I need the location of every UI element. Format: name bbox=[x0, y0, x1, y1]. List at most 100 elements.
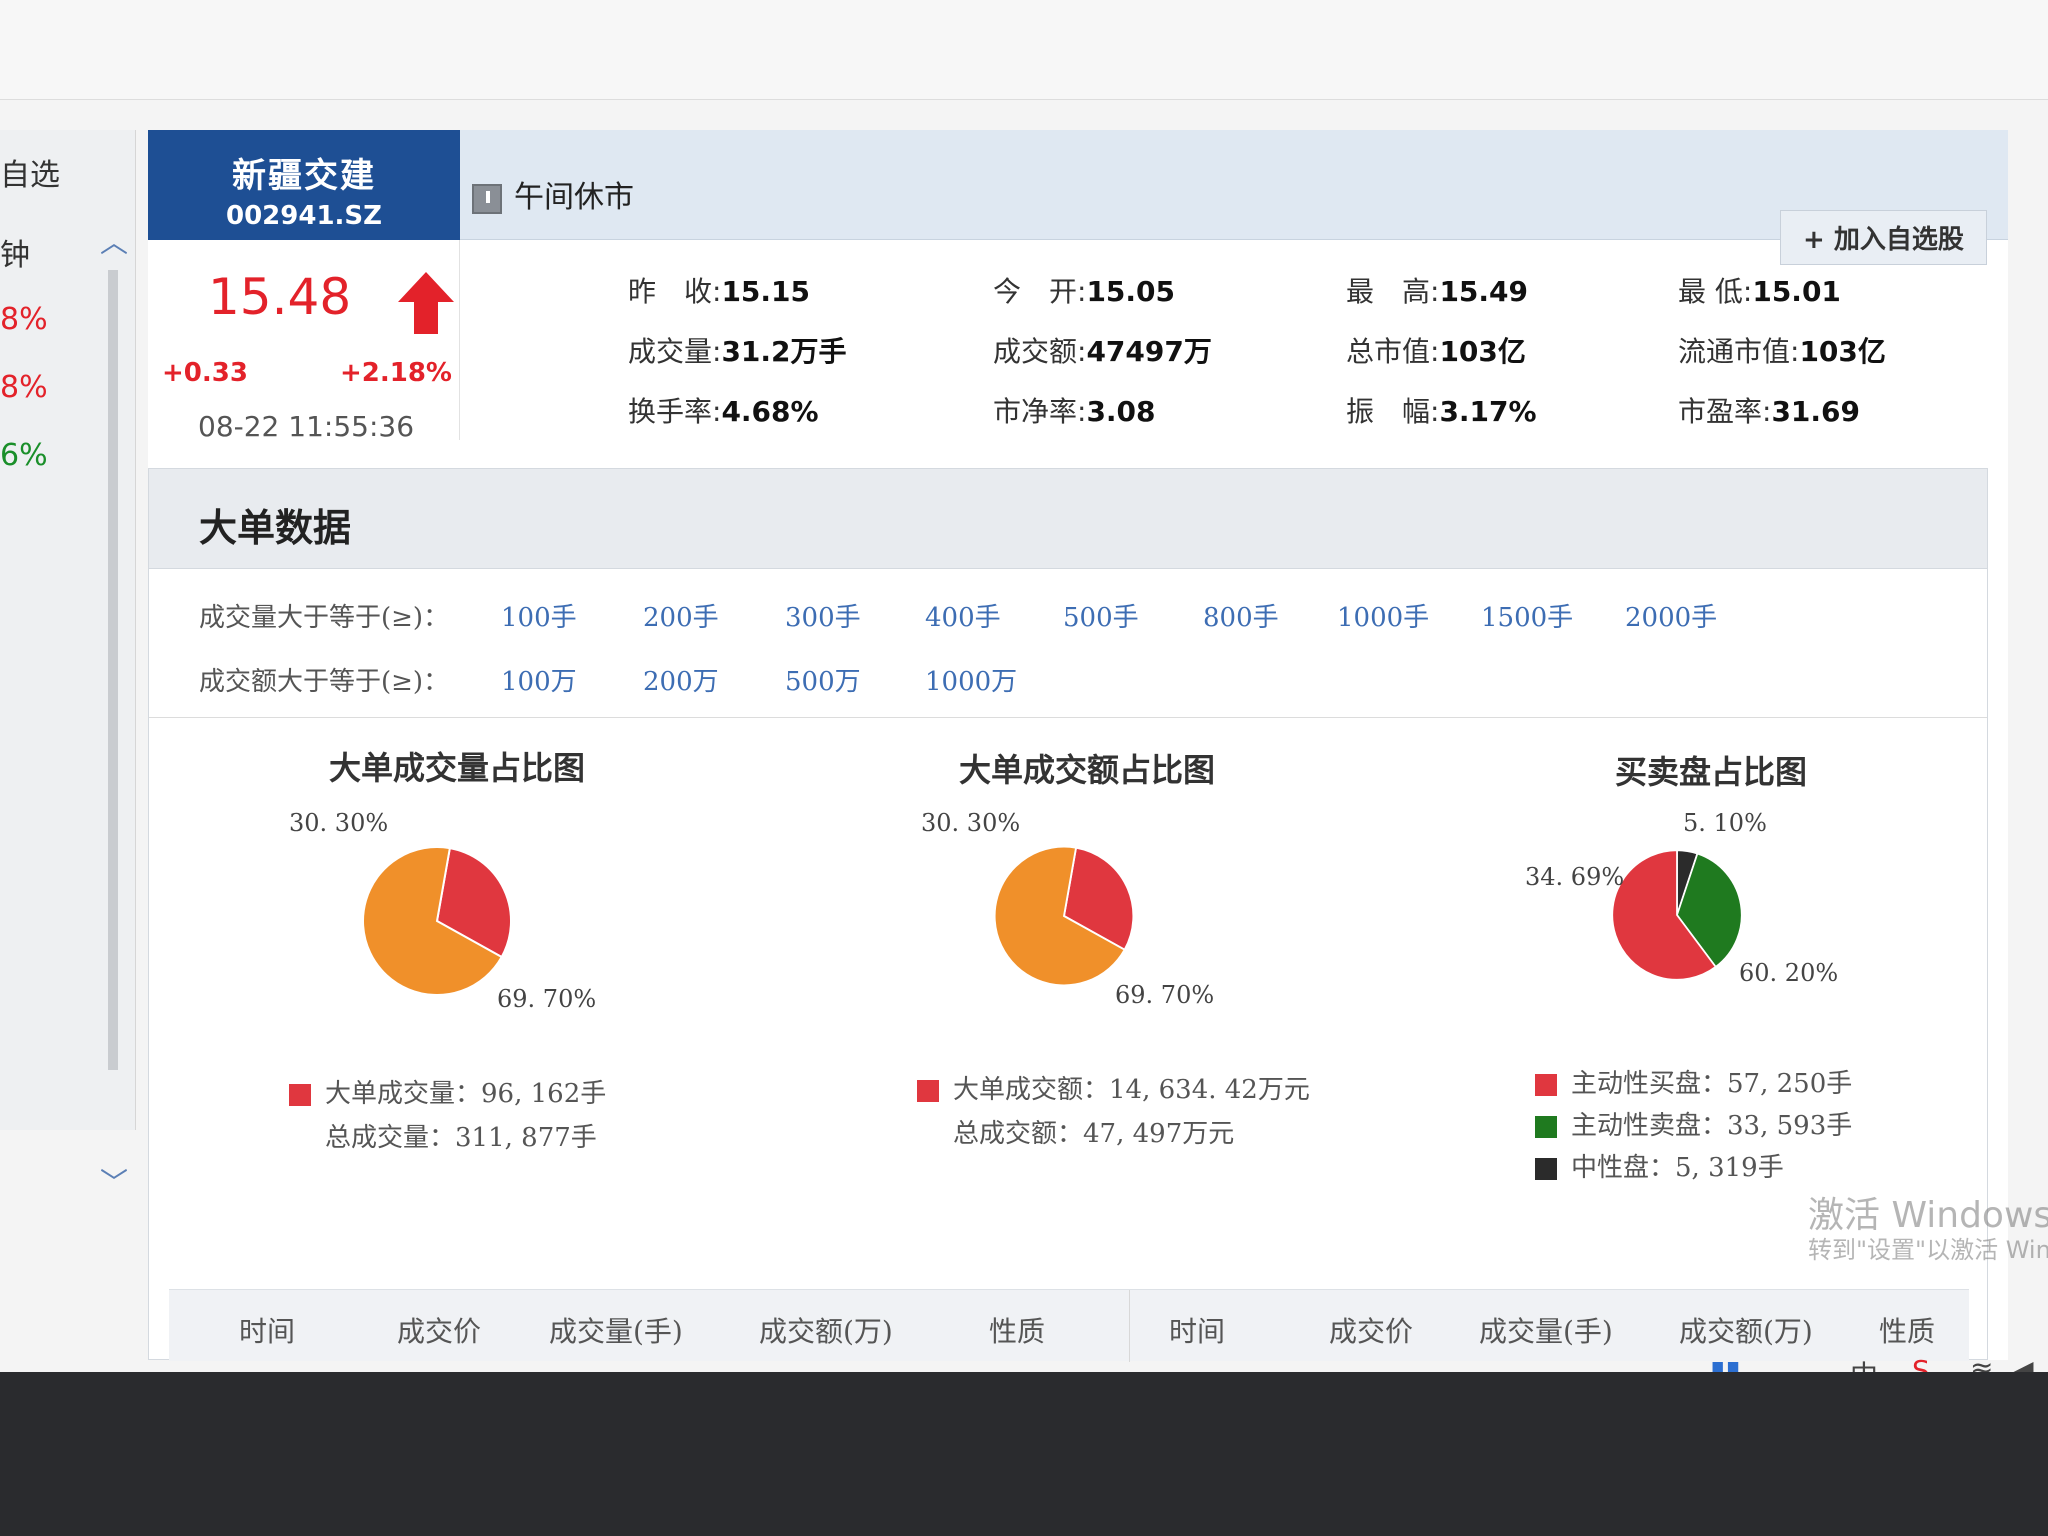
volume-filter-1000[interactable]: 1000手 bbox=[1337, 597, 1429, 634]
market-status: 午间休市 bbox=[472, 172, 634, 216]
ime-icon[interactable]: 中 bbox=[1850, 1354, 1878, 1372]
stat-open: 今 开:15.05 bbox=[993, 275, 1176, 308]
th-amount-right[interactable]: 成交额(万) bbox=[1679, 1310, 1813, 1350]
sidebar-item-pct-3[interactable]: 6% bbox=[0, 438, 48, 473]
buysell-pie-label-sell: 34. 69% bbox=[1525, 863, 1625, 891]
red-swatch bbox=[1535, 1074, 1557, 1096]
volume-pie-label-rest: 69. 70% bbox=[497, 985, 597, 1013]
stat-volume: 成交量:31.2万手 bbox=[628, 335, 847, 368]
clock-icon bbox=[472, 183, 502, 214]
sidebar-item-watchlist[interactable]: 自选 bbox=[0, 150, 60, 194]
volume-filter-200[interactable]: 200手 bbox=[643, 597, 719, 634]
volume-filter-100[interactable]: 100手 bbox=[501, 597, 577, 634]
monitor-bezel bbox=[0, 1372, 2048, 1536]
add-to-watchlist-button[interactable]: + 加入自选股 bbox=[1780, 210, 1987, 265]
th-time-right[interactable]: 时间 bbox=[1169, 1310, 1225, 1350]
stat-amplitude: 振 幅:3.17% bbox=[1346, 395, 1537, 428]
stat-pe: 市盈率:31.69 bbox=[1678, 395, 1861, 428]
price-box: 15.48 +0.33 +2.18% 08-22 11:55:36 bbox=[148, 240, 460, 443]
sidebar-item-pct-2[interactable]: 8% bbox=[0, 370, 48, 405]
buysell-chart-title: 买卖盘占比图 bbox=[1615, 753, 1808, 791]
arrow-up-icon bbox=[398, 272, 454, 334]
sidebar-item-pct-1[interactable]: 8% bbox=[0, 302, 48, 337]
amount-filter-100[interactable]: 100万 bbox=[501, 661, 577, 698]
sogou-icon[interactable]: S bbox=[1912, 1354, 1930, 1372]
sidebar-item-minute[interactable]: 钟 bbox=[0, 230, 30, 274]
big-orders-title: 大单数据 bbox=[199, 506, 352, 550]
stat-prev-close: 昨 收:15.15 bbox=[628, 275, 811, 308]
volume-icon[interactable]: ◀ bbox=[2012, 1354, 2034, 1372]
price-change: +0.33 bbox=[162, 358, 248, 388]
volume-filter-500[interactable]: 500手 bbox=[1063, 597, 1139, 634]
volume-legend-total: 总成交量：311, 877手 bbox=[325, 1123, 597, 1153]
chevron-down-icon[interactable]: ﹀ bbox=[100, 1169, 128, 1197]
stock-name: 新疆交建 bbox=[232, 156, 376, 196]
chevron-up-icon[interactable]: ︿ bbox=[100, 229, 128, 257]
section-divider bbox=[149, 717, 1987, 718]
buysell-legend-buy: 主动性买盘：57, 250手 bbox=[1535, 1063, 1852, 1100]
windows-activation-hint: 转到"设置"以激活 Windows。 bbox=[1808, 1236, 2048, 1264]
taskview-icon[interactable]: ▮▮ bbox=[1710, 1354, 1741, 1372]
buysell-legend-sell: 主动性卖盘：33, 593手 bbox=[1535, 1105, 1852, 1142]
th-type-left[interactable]: 性质 bbox=[989, 1310, 1045, 1350]
stat-amount: 成交额:47497万 bbox=[993, 335, 1212, 368]
stat-low: 最 低:15.01 bbox=[1678, 275, 1841, 308]
amount-filter-label: 成交额大于等于(≥)： bbox=[199, 667, 450, 697]
watchlist-sidebar: 自选 钟 8% 8% 6% ︿ ﹀ bbox=[0, 130, 136, 1197]
buysell-pie-label-neutral: 5. 10% bbox=[1683, 809, 1767, 837]
amount-legend-big: 大单成交额：14, 634. 42万元 bbox=[917, 1069, 1310, 1106]
market-status-label: 午间休市 bbox=[514, 180, 634, 215]
stat-high: 最 高:15.49 bbox=[1346, 275, 1529, 308]
th-price-right[interactable]: 成交价 bbox=[1329, 1310, 1413, 1350]
th-type-right[interactable]: 性质 bbox=[1879, 1310, 1935, 1350]
amount-pie-label-rest: 69. 70% bbox=[1115, 981, 1215, 1009]
buysell-legend-neutral: 中性盘：5, 319手 bbox=[1535, 1147, 1784, 1184]
stat-float-cap: 流通市值:103亿 bbox=[1678, 335, 1886, 368]
stock-header: 新疆交建 002941.SZ 午间休市 + 加入自选股 bbox=[148, 130, 2008, 265]
volume-chart-title: 大单成交量占比图 bbox=[329, 749, 586, 787]
amount-chart-title: 大单成交额占比图 bbox=[959, 751, 1216, 789]
amount-filter-200[interactable]: 200万 bbox=[643, 661, 719, 698]
chevron-up-icon[interactable]: ︿ bbox=[1800, 1354, 1828, 1372]
stat-pb: 市净率:3.08 bbox=[993, 395, 1156, 428]
stock-tag: 新疆交建 002941.SZ bbox=[148, 130, 460, 240]
th-time-left[interactable]: 时间 bbox=[239, 1310, 295, 1350]
buysell-pie-chart bbox=[1611, 849, 1743, 981]
amount-pie-chart bbox=[993, 845, 1135, 987]
amount-filter-500[interactable]: 500万 bbox=[785, 661, 861, 698]
volume-filter-800[interactable]: 800手 bbox=[1203, 597, 1279, 634]
volume-filter-400[interactable]: 400手 bbox=[925, 597, 1001, 634]
volume-filter-300[interactable]: 300手 bbox=[785, 597, 861, 634]
quote-time: 08-22 11:55:36 bbox=[198, 410, 415, 443]
red-swatch bbox=[289, 1084, 311, 1106]
black-swatch bbox=[1535, 1158, 1557, 1180]
amount-filter-1000[interactable]: 1000万 bbox=[925, 661, 1017, 698]
volume-legend-big: 大单成交量：96, 162手 bbox=[289, 1073, 606, 1110]
buysell-pie-label-buy: 60. 20% bbox=[1739, 959, 1839, 987]
window-top-strip bbox=[0, 0, 2048, 100]
table-separator bbox=[1129, 1290, 1130, 1362]
green-swatch bbox=[1535, 1116, 1557, 1138]
volume-filter-2000[interactable]: 2000手 bbox=[1625, 597, 1717, 634]
scrollbar-track[interactable] bbox=[108, 270, 118, 1070]
th-volume-right[interactable]: 成交量(手) bbox=[1479, 1310, 1613, 1350]
sidebar-scrollbar[interactable]: ︿ ﹀ bbox=[96, 229, 130, 1210]
stock-detail-panel: 新疆交建 002941.SZ 午间休市 + 加入自选股 15.48 +0.33 … bbox=[148, 130, 2008, 1362]
big-orders-section: 大单数据 成交量大于等于(≥)： 100手 200手 300手 400手 500… bbox=[148, 468, 1988, 1362]
wifi-icon[interactable]: ≋ bbox=[1970, 1354, 1993, 1372]
stat-market-cap: 总市值:103亿 bbox=[1346, 335, 1526, 368]
volume-filter-1500[interactable]: 1500手 bbox=[1481, 597, 1573, 634]
big-orders-title-bar: 大单数据 bbox=[149, 469, 1987, 569]
stat-turnover: 换手率:4.68% bbox=[628, 395, 819, 428]
stock-code: 002941.SZ bbox=[226, 201, 382, 231]
screen: 自选 钟 8% 8% 6% ︿ ﹀ 新疆交建 002941.SZ 午间休市 + … bbox=[0, 0, 2048, 1372]
th-volume-left[interactable]: 成交量(手) bbox=[549, 1310, 683, 1350]
price-change-pct: +2.18% bbox=[340, 358, 452, 388]
th-price-left[interactable]: 成交价 bbox=[397, 1310, 481, 1350]
current-price: 15.48 bbox=[208, 268, 352, 326]
amount-pie-label-big: 30. 30% bbox=[921, 809, 1021, 837]
volume-pie-chart bbox=[362, 846, 512, 996]
volume-pie-label-big: 30. 30% bbox=[289, 809, 389, 837]
th-amount-left[interactable]: 成交额(万) bbox=[759, 1310, 893, 1350]
red-swatch bbox=[917, 1080, 939, 1102]
